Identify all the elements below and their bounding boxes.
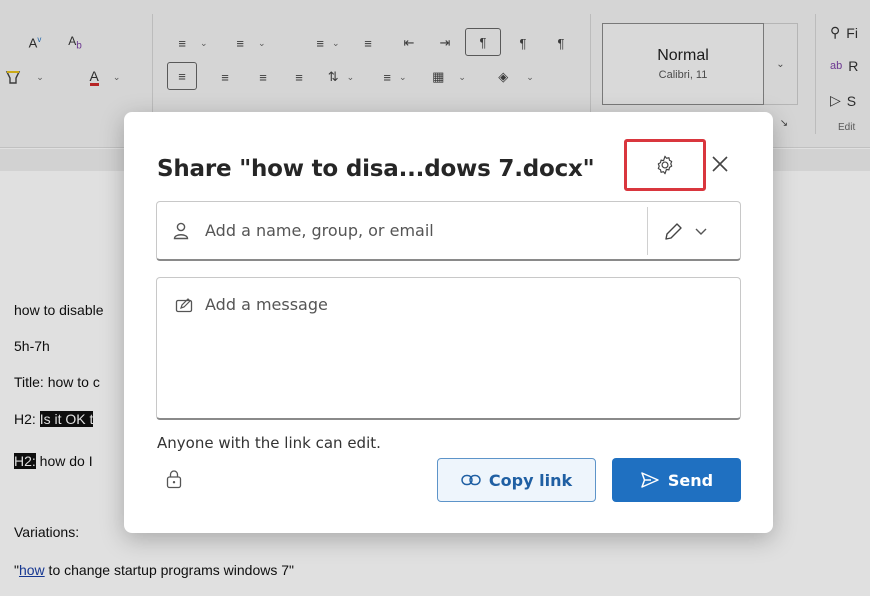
- message-placeholder: Add a message: [205, 295, 328, 314]
- person-icon: [173, 222, 189, 240]
- permission-dropdown[interactable]: [663, 218, 727, 246]
- send-button[interactable]: Send: [612, 458, 741, 502]
- divider: [647, 207, 648, 255]
- recipient-input[interactable]: Add a name, group, or email: [156, 201, 741, 261]
- pencil-icon: [665, 223, 682, 240]
- send-icon: [641, 472, 659, 488]
- lock-icon: [166, 470, 182, 489]
- copy-link-button[interactable]: Copy link: [437, 458, 596, 502]
- recipient-placeholder: Add a name, group, or email: [205, 221, 434, 240]
- chevron-down-icon: [695, 228, 707, 235]
- message-input[interactable]: Add a message: [156, 277, 741, 420]
- copy-link-label: Copy link: [488, 470, 573, 490]
- share-dialog: Share "how to disa...dows 7.docx" Add a …: [124, 112, 773, 533]
- close-button[interactable]: [706, 150, 734, 178]
- send-label: Send: [667, 470, 714, 490]
- link-settings-button[interactable]: [624, 139, 706, 191]
- dialog-title: Share "how to disa...dows 7.docx": [157, 156, 595, 182]
- link-permission-text: Anyone with the link can edit.: [157, 434, 381, 452]
- link-icon: [461, 474, 481, 486]
- gear-icon: [657, 155, 673, 175]
- close-icon: [712, 156, 728, 172]
- message-icon: [175, 298, 193, 313]
